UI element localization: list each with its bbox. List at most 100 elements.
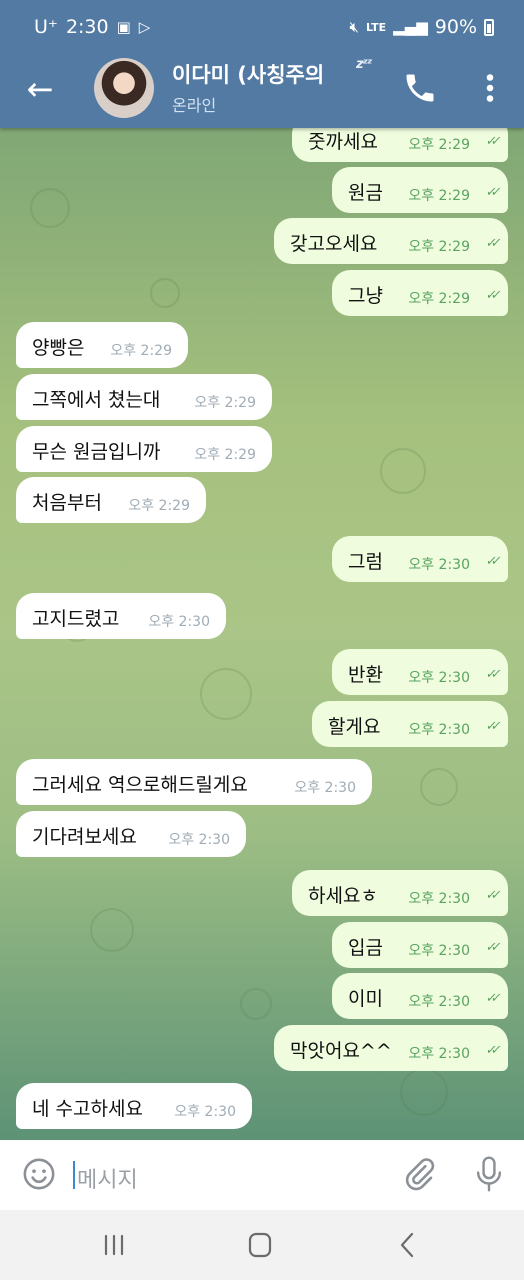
- play-store-icon: ▷: [138, 18, 151, 36]
- outgoing-message[interactable]: 막앗어요^^ 오후 2:30 ✓✓: [274, 1025, 508, 1071]
- message-text: 반환: [348, 664, 383, 686]
- message-text: 원금: [348, 182, 383, 204]
- message-text: 할게요: [328, 716, 381, 738]
- message-time: 오후 2:29: [408, 188, 470, 204]
- carrier-label: U⁺: [34, 16, 58, 38]
- more-vert-icon[interactable]: [472, 70, 508, 106]
- text-cursor: [73, 1161, 75, 1189]
- message-time: 오후 2:29: [128, 498, 190, 514]
- message-time: 오후 2:30: [168, 832, 230, 848]
- message-text: 그냥: [348, 285, 383, 307]
- status-bar: U⁺ 2:30 ▣ ▷ 🔇︎ LTE ▂▄▆ 90%: [0, 0, 524, 56]
- message-text: 네 수고하세요: [32, 1098, 143, 1120]
- back-nav-icon[interactable]: [388, 1228, 428, 1262]
- mute-icon: 🔇︎: [349, 18, 359, 36]
- incoming-message[interactable]: 고지드렸고 오후 2:30: [16, 593, 226, 639]
- read-check-icon: ✓✓: [484, 991, 498, 1006]
- message-time: 오후 2:29: [408, 137, 470, 153]
- incoming-message[interactable]: 그러세요 역으로해드릴게요 오후 2:30: [16, 759, 372, 805]
- recent-apps-icon[interactable]: [94, 1228, 134, 1262]
- read-check-icon: ✓✓: [484, 667, 498, 682]
- message-composer: 메시지: [0, 1140, 524, 1210]
- message-text: 그쪽에서 쳤는대: [32, 389, 161, 411]
- message-time: 오후 2:29: [194, 395, 256, 411]
- system-nav-bar: [0, 1210, 524, 1280]
- read-check-icon: ✓✓: [484, 719, 498, 734]
- home-icon[interactable]: [240, 1228, 280, 1262]
- attach-icon[interactable]: [402, 1157, 436, 1191]
- read-check-icon: ✓✓: [484, 288, 498, 303]
- incoming-message[interactable]: 무슨 원금입니까 오후 2:29: [16, 426, 272, 472]
- contact-status: 온라인: [172, 96, 217, 115]
- message-time: 오후 2:30: [408, 722, 470, 738]
- message-time: 오후 2:29: [110, 343, 172, 359]
- outgoing-message[interactable]: 줏까세요 오후 2:29 ✓✓: [292, 128, 508, 162]
- message-time: 오후 2:30: [294, 780, 356, 796]
- message-time: 오후 2:30: [174, 1104, 236, 1120]
- incoming-message[interactable]: 기다려보세요 오후 2:30: [16, 811, 246, 857]
- incoming-message[interactable]: 그쪽에서 쳤는대 오후 2:29: [16, 374, 272, 420]
- message-time: 오후 2:30: [148, 614, 210, 630]
- incoming-message[interactable]: 양빵은 오후 2:29: [16, 322, 188, 368]
- message-text: 막앗어요^^: [290, 1040, 392, 1062]
- avatar[interactable]: [94, 58, 154, 118]
- read-check-icon: ✓✓: [484, 1043, 498, 1058]
- battery-level: 90%: [434, 16, 477, 38]
- back-arrow-icon[interactable]: ←: [20, 69, 60, 109]
- message-text: 고지드렸고: [32, 608, 120, 630]
- outgoing-message[interactable]: 입금 오후 2:30 ✓✓: [332, 922, 508, 968]
- read-check-icon: ✓✓: [484, 888, 498, 903]
- emoji-icon[interactable]: [22, 1157, 56, 1191]
- gallery-icon: ▣: [116, 18, 131, 36]
- background-doodle: [400, 1068, 448, 1116]
- outgoing-message[interactable]: 그럼 오후 2:30 ✓✓: [332, 536, 508, 582]
- background-doodle: [240, 988, 272, 1020]
- message-time: 오후 2:30: [408, 1046, 470, 1062]
- outgoing-message[interactable]: 이미 오후 2:30 ✓✓: [332, 973, 508, 1019]
- message-time: 오후 2:30: [408, 670, 470, 686]
- incoming-message[interactable]: 네 수고하세요 오후 2:30: [16, 1083, 252, 1129]
- background-doodle: [150, 278, 180, 308]
- read-check-icon: ✓✓: [484, 554, 498, 569]
- message-text: 줏까세요: [308, 131, 378, 153]
- message-input[interactable]: 메시지: [77, 1162, 138, 1194]
- clock: 2:30: [65, 16, 109, 38]
- message-time: 오후 2:30: [408, 891, 470, 907]
- incoming-message[interactable]: 처음부터 오후 2:29: [16, 477, 206, 523]
- message-text: 기다려보세요: [32, 826, 137, 848]
- outgoing-message[interactable]: 할게요 오후 2:30 ✓✓: [312, 701, 508, 747]
- chat-header: ← 이다미 (사칭주의 zᶻᶻ 온라인: [0, 56, 524, 128]
- message-text: 갖고오세요: [290, 233, 378, 255]
- message-time: 오후 2:30: [408, 994, 470, 1010]
- background-doodle: [420, 768, 458, 806]
- message-text: 입금: [348, 937, 383, 959]
- phone-icon[interactable]: [402, 70, 438, 106]
- message-text: 그럼: [348, 551, 383, 573]
- outgoing-message[interactable]: 원금 오후 2:29 ✓✓: [332, 167, 508, 213]
- read-check-icon: ✓✓: [484, 134, 498, 149]
- background-doodle: [30, 188, 70, 228]
- message-time: 오후 2:29: [408, 291, 470, 307]
- network-type: LTE: [365, 20, 387, 34]
- message-list[interactable]: 줏까세요 오후 2:29 ✓✓ 원금 오후 2:29 ✓✓ 갖고오세요 오후 2…: [0, 128, 524, 1140]
- signal-icon: ▂▄▆: [393, 18, 428, 36]
- background-doodle: [380, 448, 426, 494]
- message-text: 양빵은: [32, 337, 85, 359]
- background-doodle: [90, 908, 134, 952]
- message-time: 오후 2:29: [408, 239, 470, 255]
- read-check-icon: ✓✓: [484, 940, 498, 955]
- background-doodle: [200, 668, 252, 720]
- battery-icon: [484, 18, 494, 36]
- outgoing-message[interactable]: 갖고오세요 오후 2:29 ✓✓: [274, 218, 508, 264]
- message-time: 오후 2:30: [408, 943, 470, 959]
- outgoing-message[interactable]: 하세요ㅎ 오후 2:30 ✓✓: [292, 870, 508, 916]
- outgoing-message[interactable]: 반환 오후 2:30 ✓✓: [332, 649, 508, 695]
- read-check-icon: ✓✓: [484, 185, 498, 200]
- mic-icon[interactable]: [472, 1155, 506, 1193]
- outgoing-message[interactable]: 그냥 오후 2:29 ✓✓: [332, 270, 508, 316]
- message-time: 오후 2:30: [408, 557, 470, 573]
- read-check-icon: ✓✓: [484, 236, 498, 251]
- message-text: 그러세요 역으로해드릴게요: [32, 774, 248, 796]
- contact-name[interactable]: 이다미 (사칭주의: [172, 59, 346, 89]
- sleep-icon: zᶻᶻ: [356, 57, 372, 72]
